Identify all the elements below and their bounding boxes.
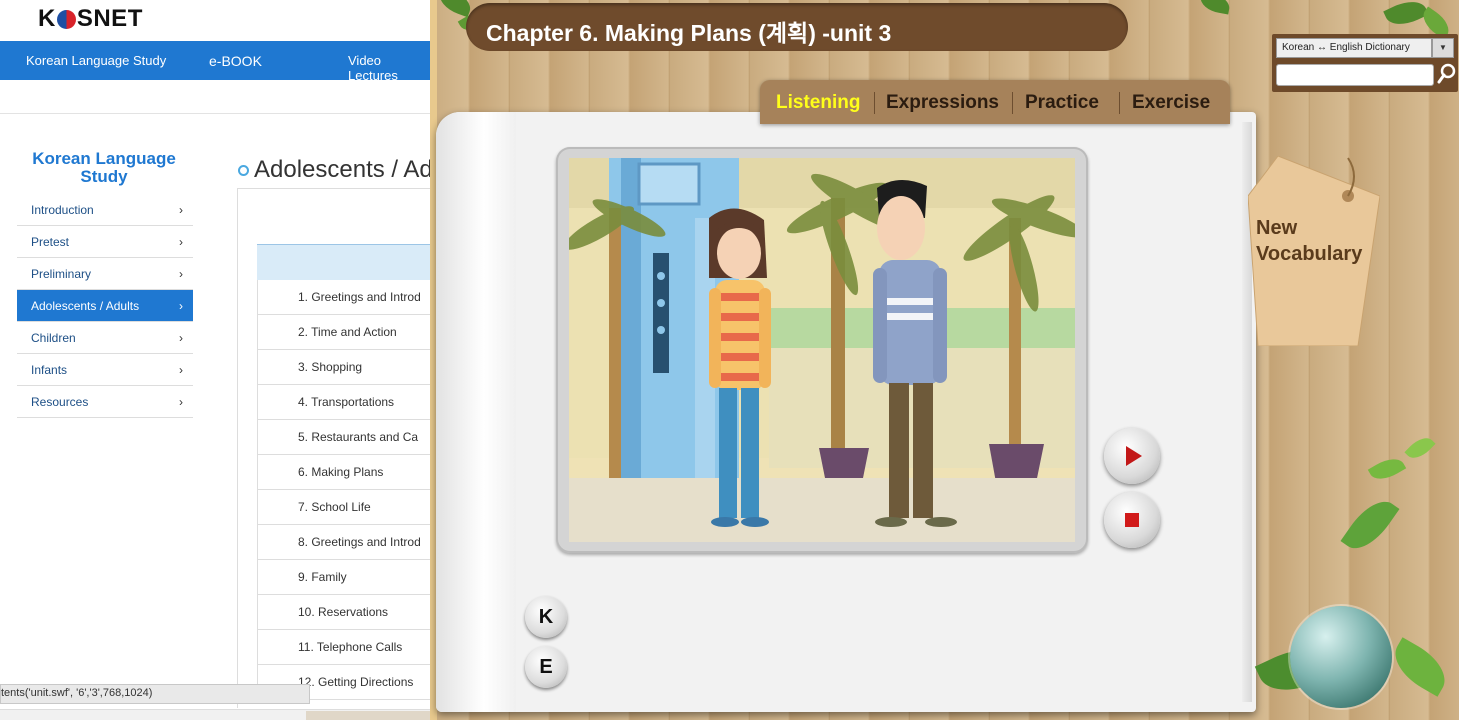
play-button[interactable]	[1104, 428, 1160, 484]
lesson-item[interactable]: 5. Restaurants and Ca	[257, 420, 430, 455]
chevron-right-icon: ›	[179, 394, 183, 409]
scrollbar-thumb[interactable]	[306, 711, 430, 720]
nav-ebook[interactable]: e-BOOK	[209, 53, 262, 69]
lesson-item[interactable]: 6. Making Plans	[257, 455, 430, 490]
dropdown-arrow-icon[interactable]: ▼	[1432, 38, 1454, 58]
sidebar-item-adolescents-adults[interactable]: Adolescents / Adults ›	[17, 290, 193, 322]
dictionary-select[interactable]: Korean ↔ English Dictionary	[1276, 38, 1432, 58]
lesson-video[interactable]	[569, 158, 1075, 542]
chevron-right-icon: ›	[179, 234, 183, 249]
screen: K SNET Korean Language Study e-BOOK Vide…	[0, 0, 1459, 720]
sidebar-item-label: Children	[31, 330, 76, 345]
tab-practice[interactable]: Practice	[1025, 92, 1099, 114]
tab-separator	[874, 92, 875, 114]
sidebar-item-label: Pretest	[31, 234, 70, 249]
kosnet-logo[interactable]: K SNET	[38, 5, 143, 33]
chevron-right-icon: ›	[179, 330, 183, 345]
tab-expressions[interactable]: Expressions	[886, 92, 999, 114]
lesson-item[interactable]: 4. Transportations	[257, 385, 430, 420]
chevron-right-icon: ›	[179, 298, 183, 313]
lesson-list-header	[257, 244, 430, 280]
leaf-decoration	[1383, 0, 1429, 32]
tab-exercise[interactable]: Exercise	[1132, 92, 1210, 114]
sidebar-item-introduction[interactable]: Introduction ›	[17, 194, 193, 226]
english-text-button[interactable]: E	[525, 646, 567, 688]
tab-listening[interactable]: Listening	[776, 92, 860, 114]
tab-separator	[1119, 92, 1120, 114]
leaf-decoration	[1404, 432, 1436, 464]
lesson-item[interactable]: 7. School Life	[257, 490, 430, 525]
globe-icon[interactable]	[1290, 606, 1392, 708]
chevron-right-icon: ›	[179, 362, 183, 377]
lesson-item[interactable]: 8. Greetings and Introd	[257, 525, 430, 560]
tab-separator	[1012, 92, 1013, 114]
flash-lesson-player: Chapter 6. Making Plans (계획) -unit 3 Kor…	[430, 0, 1459, 720]
sidebar-item-children[interactable]: Children ›	[17, 322, 193, 354]
new-vocabulary-label[interactable]: New Vocabulary	[1256, 215, 1362, 267]
lesson-item[interactable]: 2. Time and Action	[257, 315, 430, 350]
chevron-right-icon: ›	[179, 266, 183, 281]
page-title-text: Adolescents / Ad	[254, 156, 430, 183]
lesson-tabs: Listening Expressions Practice Exercise	[760, 80, 1230, 124]
dictionary-widget: Korean ↔ English Dictionary ▼	[1272, 34, 1458, 92]
leaf-decoration	[1340, 491, 1400, 559]
sidebar-item-resources[interactable]: Resources ›	[17, 386, 193, 418]
taegeuk-icon	[56, 9, 76, 29]
kosnet-web-page: K SNET Korean Language Study e-BOOK Vide…	[0, 0, 430, 720]
dictionary-search-input[interactable]	[1276, 64, 1434, 86]
sidebar-title: Korean Language Study	[32, 149, 176, 186]
lesson-item[interactable]: 9. Family	[257, 560, 430, 595]
chevron-right-icon: ›	[179, 202, 183, 217]
lesson-item[interactable]: 11. Telephone Calls	[257, 630, 430, 665]
divider	[0, 113, 430, 114]
logo-text-k: K	[38, 5, 56, 32]
tag-line-1: New	[1256, 217, 1298, 239]
sidebar-item-label: Infants	[31, 362, 68, 377]
nav-video-lectures[interactable]: Video Lectures	[348, 53, 430, 83]
book-fold	[436, 112, 516, 712]
sidebar-item-preliminary[interactable]: Preliminary ›	[17, 258, 193, 290]
lesson-item[interactable]: 1. Greetings and Introd	[257, 280, 430, 315]
korean-text-button[interactable]: K	[525, 596, 567, 638]
page-title: Adolescents / Ad	[238, 156, 430, 184]
top-nav: Korean Language Study e-BOOK Video Lectu…	[0, 41, 430, 83]
logo-text-snet: SNET	[76, 5, 143, 32]
leaf-decoration	[1385, 637, 1455, 697]
browser-status-bar: tents('unit.swf', '6','3',768,1024)	[0, 684, 310, 704]
sidebar-item-pretest[interactable]: Pretest ›	[17, 226, 193, 258]
tag-line-2: Vocabulary	[1256, 243, 1363, 265]
leaf-decoration	[1367, 452, 1407, 486]
sidebar-item-label: Adolescents / Adults	[31, 298, 140, 313]
bullet-ring-icon	[238, 164, 249, 176]
sidebar-item-label: Introduction	[31, 202, 94, 217]
chapter-title-bar: Chapter 6. Making Plans (계획) -unit 3	[466, 3, 1128, 51]
cartoon-scene-illustration	[569, 158, 1075, 542]
stop-icon	[1125, 513, 1139, 527]
nav-korean-language-study[interactable]: Korean Language Study	[26, 53, 166, 68]
stop-button[interactable]	[1104, 492, 1160, 548]
lesson-list: 1. Greetings and Introd 2. Time and Acti…	[257, 280, 430, 700]
play-icon	[1126, 446, 1142, 466]
sidebar-item-infants[interactable]: Infants ›	[17, 354, 193, 386]
lesson-item[interactable]: 10. Reservations	[257, 595, 430, 630]
horizontal-scrollbar[interactable]	[0, 709, 430, 720]
sidebar-menu: Introduction › Pretest › Preliminary › Adol…	[17, 194, 193, 418]
sidebar-item-label: Preliminary	[31, 266, 92, 281]
leaf-decoration	[1198, 0, 1232, 15]
lesson-item[interactable]: 3. Shopping	[257, 350, 430, 385]
sidebar-item-label: Resources	[31, 394, 89, 409]
search-icon[interactable]	[1436, 62, 1456, 86]
chapter-title: Chapter 6. Making Plans (계획) -unit 3	[486, 20, 892, 46]
